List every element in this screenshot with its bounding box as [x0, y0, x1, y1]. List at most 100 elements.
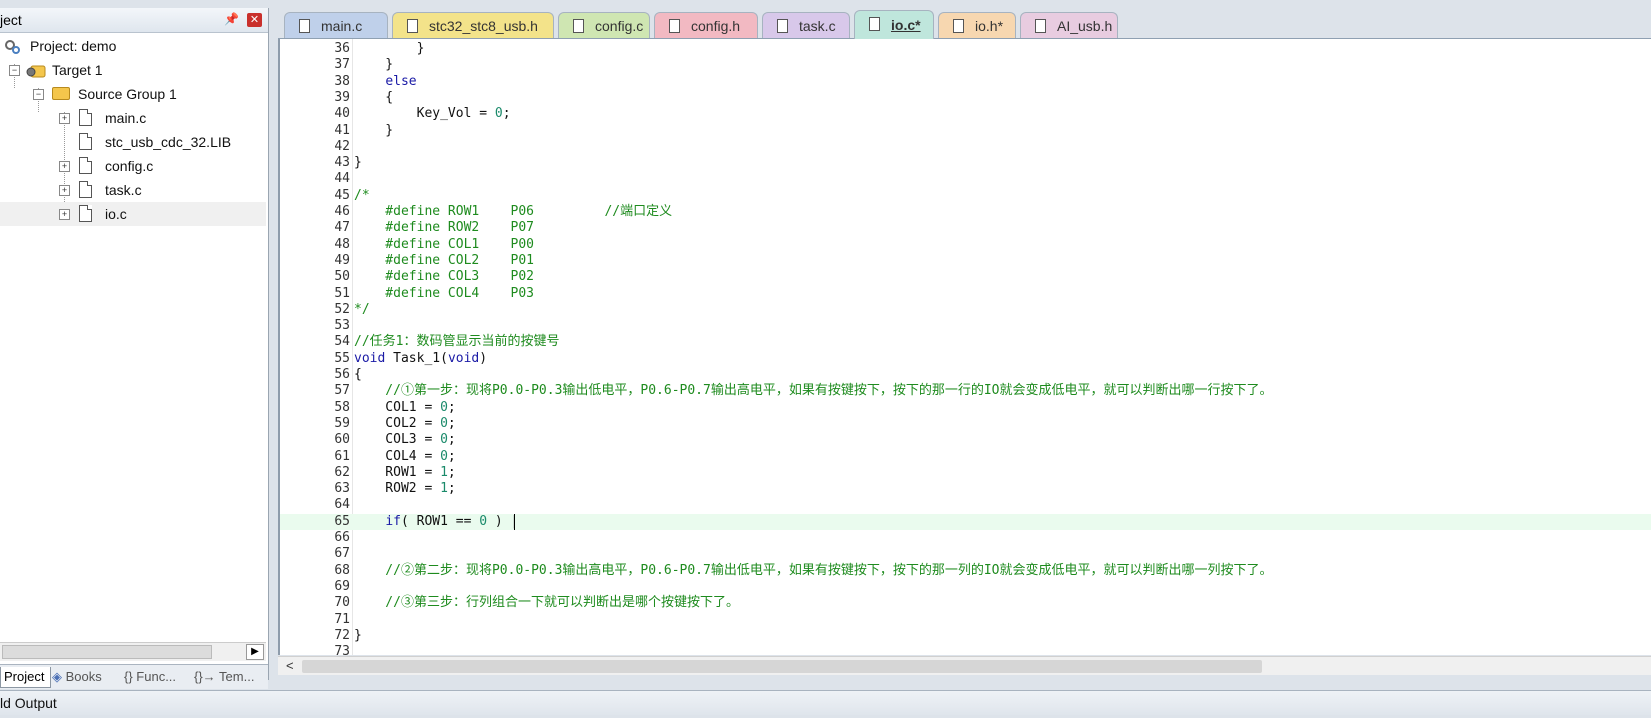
- code-line[interactable]: 69: [280, 579, 1651, 595]
- code-line[interactable]: 40 Key_Vol = 0;: [280, 106, 1651, 122]
- close-icon[interactable]: ✕: [247, 13, 262, 27]
- code-line[interactable]: 66: [280, 530, 1651, 546]
- code-line[interactable]: 53: [280, 318, 1651, 334]
- expand-icon[interactable]: +: [59, 209, 70, 220]
- code-line[interactable]: 60 COL3 = 0;: [280, 432, 1651, 448]
- expand-icon[interactable]: +: [59, 113, 70, 124]
- line-number: 48: [334, 236, 350, 252]
- code-token: 0: [479, 513, 488, 529]
- editor-tab[interactable]: config.c: [558, 12, 650, 38]
- editor-tab[interactable]: io.h*: [938, 12, 1016, 38]
- text-caret: [514, 513, 515, 530]
- tab-books[interactable]: ◈ Books: [52, 667, 114, 687]
- editor-tab[interactable]: io.c*: [854, 10, 934, 39]
- code-token: ROW1 =: [354, 464, 441, 480]
- code-token: 0: [440, 432, 448, 448]
- code-line[interactable]: 72}: [280, 628, 1651, 644]
- code-line[interactable]: 56 {: [280, 367, 1651, 383]
- tree-item-file[interactable]: stc_usb_cdc_32.LIB: [0, 130, 266, 154]
- code-line[interactable]: 61 COL4 = 0;: [280, 449, 1651, 465]
- code-line[interactable]: 58 COL1 = 0;: [280, 400, 1651, 416]
- editor-tab[interactable]: config.h: [654, 12, 758, 38]
- code-line[interactable]: 36 }: [280, 41, 1651, 57]
- code-line[interactable]: 52 */: [280, 302, 1651, 318]
- code-line[interactable]: 46 #define ROW1 P06 //端口定义: [280, 204, 1651, 220]
- scrollbar-thumb[interactable]: [2, 645, 212, 659]
- code-text: }: [354, 41, 425, 57]
- code-line[interactable]: 71: [280, 612, 1651, 628]
- tree-item-file[interactable]: + task.c: [0, 178, 266, 202]
- tab-functions[interactable]: {} Func...: [124, 667, 190, 687]
- code-token: COL2 =: [354, 415, 441, 431]
- collapse-icon[interactable]: −: [9, 65, 20, 76]
- code-line[interactable]: 70 //③第三步：行列组合一下就可以判断出是哪个按键按下了。: [280, 595, 1651, 611]
- code-line[interactable]: 43}: [280, 155, 1651, 171]
- code-line[interactable]: 48 #define COL1 P00: [280, 237, 1651, 253]
- code-line[interactable]: 65 if( ROW1 == 0 ) |: [280, 513, 1651, 530]
- collapse-icon[interactable]: −: [33, 89, 44, 100]
- expand-icon[interactable]: +: [59, 161, 70, 172]
- code-text: #define ROW1 P06 //端口定义: [354, 204, 672, 220]
- code-editor[interactable]: 36 } 37 } 38 else 39 {40 Key_Vol = 0; 41 } 42…: [278, 39, 1651, 659]
- editor-scrollbar[interactable]: <: [278, 656, 1651, 675]
- code-token: COL4 =: [354, 448, 441, 464]
- editor-tab[interactable]: main.c: [284, 12, 388, 38]
- line-number: 61: [334, 448, 350, 464]
- tree-item-project[interactable]: Project: demo: [0, 34, 266, 58]
- expand-icon[interactable]: +: [59, 185, 70, 196]
- line-number: 41: [334, 122, 350, 138]
- scroll-left-icon[interactable]: <: [286, 658, 294, 673]
- code-text: }: [354, 57, 393, 73]
- books-icon: ◈: [52, 669, 62, 684]
- code-line[interactable]: 50 #define COL3 P02: [280, 269, 1651, 285]
- pin-icon[interactable]: 📌: [224, 12, 239, 26]
- editor-tab[interactable]: AI_usb.h: [1020, 12, 1118, 38]
- code-line[interactable]: 44: [280, 171, 1651, 187]
- code-line[interactable]: 45/*: [280, 188, 1651, 204]
- tab-templates[interactable]: {}→ Tem...: [194, 667, 264, 687]
- code-line[interactable]: 49 #define COL2 P01: [280, 253, 1651, 269]
- code-token: }: [354, 627, 362, 643]
- code-line[interactable]: 62 ROW1 = 1;: [280, 465, 1651, 481]
- code-line[interactable]: 63 ROW2 = 1;: [280, 481, 1651, 497]
- code-token: #define COL2 P01: [354, 252, 535, 268]
- code-line[interactable]: 54//任务1：数码管显示当前的按键号: [280, 334, 1651, 350]
- code-line[interactable]: 51 #define COL4 P03: [280, 286, 1651, 302]
- tree-item-file[interactable]: + main.c: [0, 106, 266, 130]
- tree-item-target[interactable]: − Target 1: [0, 58, 266, 82]
- line-number: 37: [334, 57, 350, 73]
- code-line[interactable]: 42: [280, 139, 1651, 155]
- code-line[interactable]: 47 #define ROW2 P07: [280, 220, 1651, 236]
- editor-tab[interactable]: task.c: [762, 12, 850, 38]
- tab-project[interactable]: Project: [0, 667, 51, 688]
- code-text: }: [354, 155, 362, 171]
- scroll-right-icon[interactable]: ▶: [246, 644, 264, 660]
- project-pane-scrollbar[interactable]: ▶: [0, 642, 266, 661]
- file-icon: [79, 157, 92, 174]
- code-line[interactable]: 55 void Task_1(void): [280, 351, 1651, 367]
- code-text: COL4 = 0;: [354, 448, 455, 465]
- file-icon: [869, 17, 880, 31]
- code-line[interactable]: 38 else: [280, 74, 1651, 90]
- code-line[interactable]: 59 COL2 = 0;: [280, 416, 1651, 432]
- tree-item-label: stc_usb_cdc_32.LIB: [105, 134, 232, 150]
- editor-tab[interactable]: stc32_stc8_usb.h: [392, 12, 554, 38]
- tree-item-file[interactable]: + io.c: [0, 202, 266, 226]
- line-number: 64: [334, 497, 350, 513]
- code-text: ROW2 = 1;: [354, 481, 455, 497]
- tree-item-file[interactable]: + config.c: [0, 154, 266, 178]
- code-line[interactable]: 67: [280, 546, 1651, 562]
- code-token: 0: [440, 415, 448, 431]
- code-text: //任务1：数码管显示当前的按键号: [354, 334, 559, 350]
- code-token: ( ROW1 ==: [400, 513, 480, 529]
- line-number: 47: [334, 220, 350, 236]
- code-line[interactable]: 39 {: [280, 90, 1651, 106]
- code-line[interactable]: 37 }: [280, 57, 1651, 73]
- scrollbar-thumb[interactable]: [302, 660, 1262, 673]
- code-line[interactable]: 41 }: [280, 123, 1651, 139]
- code-line[interactable]: 57 //①第一步：现将P0.0-P0.3输出低电平，P0.6-P0.7输出高电…: [280, 383, 1651, 399]
- code-line[interactable]: 68 //②第二步：现将P0.0-P0.3输出高电平，P0.6-P0.7输出低电…: [280, 563, 1651, 579]
- project-pane: ject 📌 ✕ Project: demo − Target 1 − Sour…: [0, 8, 269, 689]
- tree-item-source-group[interactable]: − Source Group 1: [0, 82, 266, 106]
- code-line[interactable]: 64: [280, 497, 1651, 513]
